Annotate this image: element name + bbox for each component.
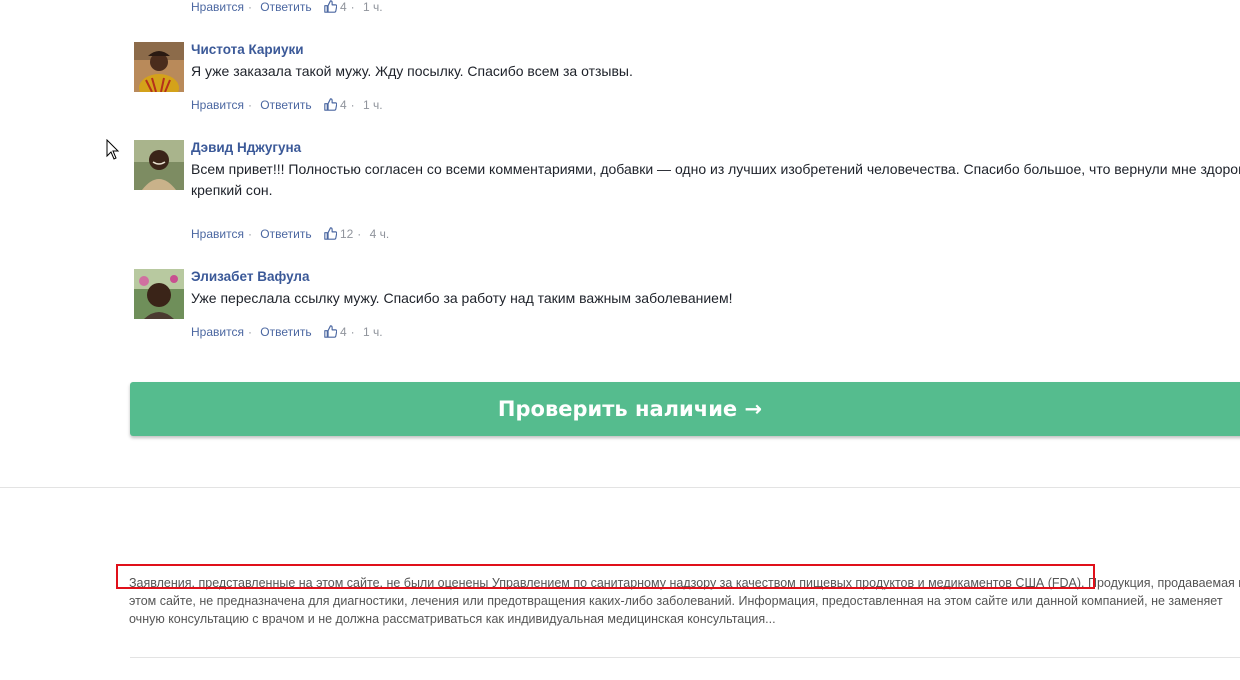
separator — [316, 98, 319, 112]
like-link[interactable]: Нравится — [191, 0, 244, 14]
highlight-box — [116, 564, 1095, 589]
like-link[interactable]: Нравится — [191, 325, 244, 339]
separator — [316, 0, 319, 14]
comment-item: Чистота Кариуки Я уже заказала такой муж… — [134, 42, 1240, 122]
avatar[interactable] — [134, 140, 184, 190]
comment-text: Всем привет!!! Полностью согласен со все… — [191, 161, 1240, 198]
comment-item: Дэвид Нджугуна Всем привет!!! Полностью … — [134, 140, 1240, 250]
comment-time: 1 ч. — [362, 0, 383, 14]
reply-link[interactable]: Ответить — [260, 325, 311, 339]
thumbs-up-icon — [324, 0, 338, 16]
like-count: 4 — [339, 98, 347, 112]
separator: · — [350, 0, 355, 14]
comment-time: 1 ч. — [362, 98, 383, 112]
comment-text: Уже переслала ссылку мужу. Спасибо за ра… — [191, 290, 733, 306]
mouse-pointer-icon — [106, 138, 120, 166]
comment-item: Элизабет Вафула Уже переслала ссылку муж… — [134, 269, 1240, 349]
commenter-name[interactable]: Элизабет Вафула — [191, 269, 1240, 285]
separator: · — [247, 98, 252, 112]
avatar[interactable] — [134, 269, 184, 319]
avatar[interactable] — [134, 42, 184, 92]
like-link[interactable]: Нравится — [191, 227, 244, 241]
like-link[interactable]: Нравится — [191, 98, 244, 112]
thumbs-up-icon — [324, 325, 338, 341]
commenter-name[interactable]: Чистота Кариуки — [191, 42, 1240, 58]
like-count: 12 — [339, 227, 354, 241]
comment-text: Я уже заказала такой мужу. Жду посылку. … — [191, 63, 633, 79]
commenter-name[interactable]: Дэвид Нджугуна — [191, 140, 1240, 156]
thumbs-up-icon — [324, 98, 338, 114]
separator: · — [247, 325, 252, 339]
comment-body: Чистота Кариуки Я уже заказала такой муж… — [191, 42, 1240, 82]
check-availability-label: Проверить наличие → — [497, 397, 763, 421]
comment-time: 1 ч. — [362, 325, 383, 339]
comment-actions: Нравится · Ответить 12 · 4 ч. — [191, 227, 389, 243]
comment-body: Элизабет Вафула Уже переслала ссылку муж… — [191, 269, 1240, 309]
reply-link[interactable]: Ответить — [260, 227, 311, 241]
page: Нравится · Ответить 4 · 1 ч. Чистота Кариу… — [0, 0, 1240, 680]
reply-link[interactable]: Ответить — [260, 98, 311, 112]
separator: · — [247, 227, 252, 241]
separator: · — [350, 325, 355, 339]
thumbs-up-icon — [324, 227, 338, 243]
section-divider — [0, 487, 1240, 488]
comment-actions: Нравится · Ответить 4 · 1 ч. — [191, 325, 383, 341]
separator: · — [350, 98, 355, 112]
comment-body: Дэвид Нджугуна Всем привет!!! Полностью … — [191, 140, 1240, 201]
comment-actions: Нравится · Ответить 4 · 1 ч. — [191, 98, 383, 114]
check-availability-button[interactable]: Проверить наличие → — [130, 382, 1240, 436]
like-count: 4 — [339, 0, 347, 14]
comment-actions-previous: Нравится · Ответить 4 · 1 ч. — [191, 0, 383, 16]
separator — [316, 325, 319, 339]
separator: · — [247, 0, 252, 14]
reply-link[interactable]: Ответить — [260, 0, 311, 14]
separator — [316, 227, 319, 241]
footer-divider — [130, 657, 1240, 658]
like-count: 4 — [339, 325, 347, 339]
separator: · — [357, 227, 362, 241]
comment-time: 4 ч. — [369, 227, 390, 241]
